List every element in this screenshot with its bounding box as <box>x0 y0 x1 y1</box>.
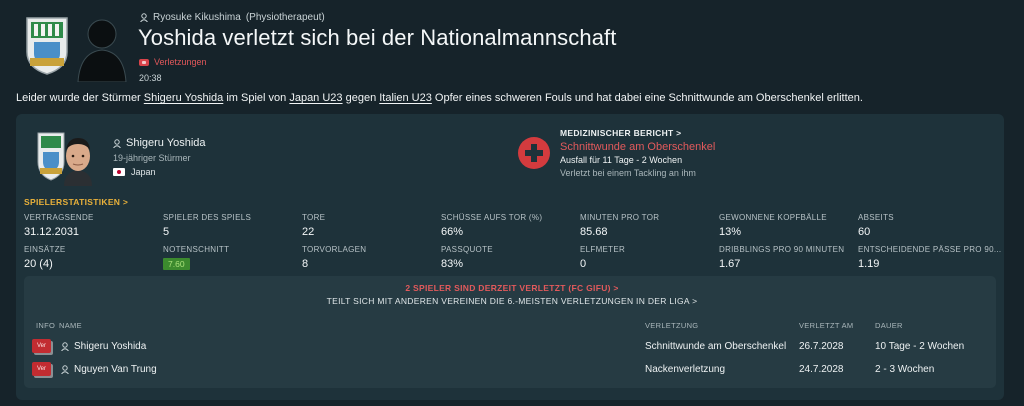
stat-appearances: EINSÄTZE 20 (4) <box>24 245 66 270</box>
injury-cause: Verletzt bei einem Tackling an ihm <box>560 168 696 178</box>
row-duration: 10 Tage - 2 Wochen <box>875 341 965 352</box>
message-text: Opfer eines schweren Fouls und hat dabei… <box>431 92 863 104</box>
stat-value: 5 <box>163 226 170 238</box>
stat-value: 66% <box>441 226 464 238</box>
player-link[interactable]: Shigeru Yoshida <box>144 92 224 104</box>
column-header-info[interactable]: INFO <box>36 321 55 330</box>
injury-status-badge[interactable]: Ver <box>32 362 51 376</box>
nationality-label: Japan <box>131 167 156 177</box>
stat-label: MINUTEN PRO TOR <box>580 213 660 222</box>
stat-contract-end: VERTRAGSENDE 31.12.2031 <box>24 213 94 238</box>
sender-name[interactable]: Ryosuke Kikushima <box>153 12 241 23</box>
stat-label: DRIBBLINGS PRO 90 MINUTEN <box>719 245 845 254</box>
stat-value: 0 <box>580 258 587 270</box>
stat-label: EINSÄTZE <box>24 245 66 254</box>
stat-value: 60 <box>858 226 871 238</box>
category-label: Verletzungen <box>154 57 207 67</box>
person-icon <box>61 342 69 351</box>
stat-value: 20 (4) <box>24 258 53 270</box>
medical-report-link[interactable]: MEDIZINISCHER BERICHT > <box>560 128 681 138</box>
stat-label: TORVORLAGEN <box>302 245 367 254</box>
row-injured-since: 26.7.2028 <box>799 341 844 352</box>
injured-count-link[interactable]: 2 SPIELER SIND DERZEIT VERLETZT (FC GIFU… <box>0 283 1024 293</box>
stat-value: 13% <box>719 226 742 238</box>
stat-headers-won: GEWONNENE KOPFBÄLLE 13% <box>719 213 827 238</box>
injury-tag-icon <box>139 58 149 66</box>
stat-value: 22 <box>302 226 315 238</box>
table-row-player[interactable]: Shigeru Yoshida <box>61 341 146 352</box>
stat-assists: TORVORLAGEN 8 <box>302 245 366 270</box>
stat-value: 31.12.2031 <box>24 226 80 238</box>
player-name[interactable]: Shigeru Yoshida <box>126 137 206 149</box>
player-name-row[interactable]: Shigeru Yoshida <box>113 137 206 149</box>
column-header-injury[interactable]: VERLETZUNG <box>645 321 698 330</box>
stat-label: SPIELER DES SPIELS <box>163 213 252 222</box>
club-crest-icon <box>26 17 68 75</box>
player-description: 19-jähriger Stürmer <box>113 153 191 163</box>
stat-label: SCHÜSSE AUFS TOR (%) <box>441 213 543 222</box>
stat-label: PASSQUOTE <box>441 245 493 254</box>
stat-value: 1.67 <box>719 258 741 270</box>
japan-flag-icon <box>113 168 125 176</box>
message-text: gegen <box>342 92 380 104</box>
stat-label: GEWONNENE KOPFBÄLLE <box>719 213 827 222</box>
stat-key-passes-per-90: ENTSCHEIDENDE PÄSSE PRO 90... 1.19 <box>858 245 1001 270</box>
row-injury: Nackenverletzung <box>645 364 726 375</box>
stat-label: TORE <box>302 213 326 222</box>
stat-goals: TORE 22 <box>302 213 325 238</box>
column-header-injured-since[interactable]: VERLETZT AM <box>799 321 853 330</box>
row-duration: 2 - 3 Wochen <box>875 364 935 375</box>
stat-pass-completion: PASSQUOTE 83% <box>441 245 493 270</box>
message-time: 20:38 <box>139 73 162 83</box>
stat-dribbles-per-90: DRIBBLINGS PRO 90 MINUTEN 1.67 <box>719 245 844 270</box>
stat-label: ENTSCHEIDENDE PÄSSE PRO 90... <box>858 245 1002 254</box>
rating-badge: 7.60 <box>163 258 190 270</box>
row-injured-since: 24.7.2028 <box>799 364 844 375</box>
sender-avatar-silhouette <box>77 19 127 82</box>
player-nationality[interactable]: Japan <box>113 167 156 177</box>
stat-value: 83% <box>441 258 464 270</box>
stat-average-rating: NOTENSCHNITT 7.60 <box>163 245 229 272</box>
person-icon <box>61 365 69 374</box>
stat-value: 1.19 <box>858 258 880 270</box>
stat-player-of-match: SPIELER DES SPIELS 5 <box>163 213 251 238</box>
table-row-player[interactable]: Nguyen Van Trung <box>61 364 157 375</box>
team-link-italien-u23[interactable]: Italien U23 <box>379 92 432 104</box>
column-header-name[interactable]: NAME <box>59 321 82 330</box>
stat-label: VERTRAGSENDE <box>24 213 94 222</box>
stat-offsides: ABSEITS 60 <box>858 213 894 238</box>
stat-label: NOTENSCHNITT <box>163 245 230 254</box>
injury-status-badge[interactable]: Ver <box>32 339 51 353</box>
message-body: Leider wurde der Stürmer Shigeru Yoshida… <box>16 92 1016 104</box>
medical-cross-icon <box>518 137 550 169</box>
injury-diagnosis: Schnittwunde am Oberschenkel <box>560 141 716 153</box>
category-tag[interactable]: Verletzungen <box>139 57 207 67</box>
stat-label: ABSEITS <box>858 213 894 222</box>
sender-role: (Physiotherapeut) <box>245 12 325 23</box>
message-text: Leider wurde der Stürmer <box>16 92 144 104</box>
stat-penalties: ELFMETER 0 <box>580 245 625 270</box>
row-injury: Schnittwunde am Oberschenkel <box>645 341 787 352</box>
row-player-name[interactable]: Nguyen Van Trung <box>74 364 157 375</box>
player-stats-link[interactable]: SPIELERSTATISTIKEN > <box>24 197 128 207</box>
news-title: Yoshida verletzt sich bei der Nationalma… <box>138 25 617 50</box>
message-text: im Spiel von <box>223 92 290 104</box>
row-player-name[interactable]: Shigeru Yoshida <box>74 341 146 352</box>
player-portrait[interactable] <box>58 132 98 186</box>
stat-shots-on-target: SCHÜSSE AUFS TOR (%) 66% <box>441 213 542 238</box>
stat-minutes-per-goal: MINUTEN PRO TOR 85.68 <box>580 213 659 238</box>
stat-value: 8 <box>302 258 309 270</box>
injury-duration: Ausfall für 11 Tage - 2 Wochen <box>560 155 683 165</box>
team-link-japan-u23[interactable]: Japan U23 <box>289 92 342 104</box>
sender-line[interactable]: Ryosuke Kikushima (Physiotherapeut) <box>140 12 325 23</box>
person-icon <box>140 13 148 22</box>
stat-value: 85.68 <box>580 226 608 238</box>
column-header-duration[interactable]: DAUER <box>875 321 903 330</box>
person-icon <box>113 138 121 148</box>
injury-ranking-link[interactable]: TEILT SICH MIT ANDEREN VEREINEN DIE 6.-M… <box>0 296 1024 306</box>
stat-label: ELFMETER <box>580 245 626 254</box>
